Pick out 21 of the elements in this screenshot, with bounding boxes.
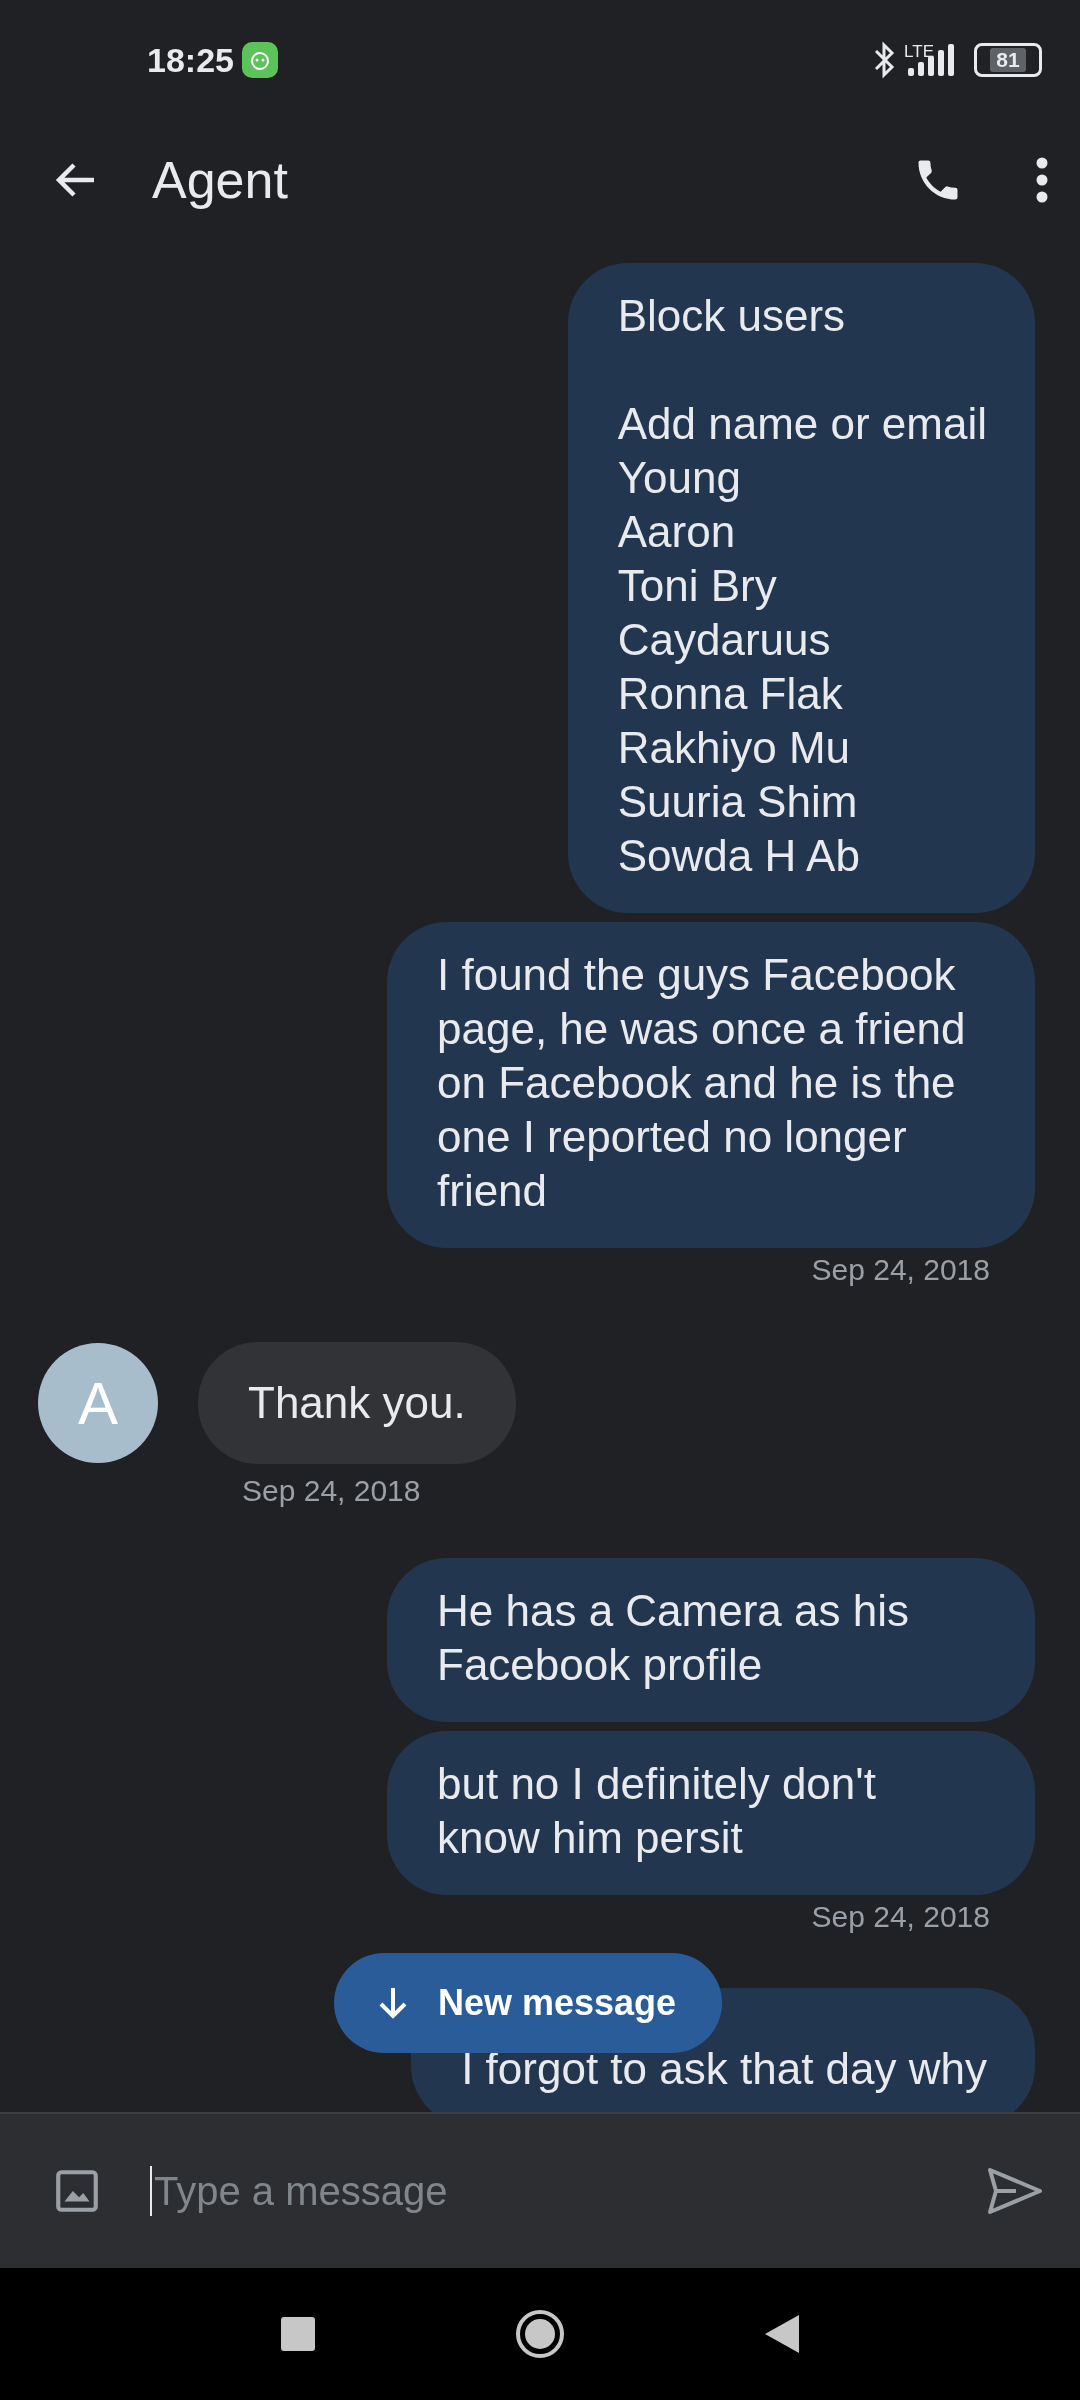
sent-message: Block users Add name or email Young Aaron Toni Bry Caydaruus Ronna Flak Rakhiyo Mu Suuria Shim Sowda H Ab: [567, 263, 1035, 913]
home-button[interactable]: [515, 2309, 565, 2359]
contact-avatar: A: [38, 1343, 158, 1463]
message-timestamp: Sep 24, 2018: [242, 1474, 421, 1507]
down-arrow-icon: [378, 1986, 408, 2020]
back-button[interactable]: [765, 2315, 799, 2353]
notification-icon: [241, 42, 278, 78]
sent-message: but no I definitely don't know him persit: [387, 1731, 1035, 1895]
contact-name: Agent: [152, 150, 288, 210]
status-time: 18:25: [147, 40, 234, 80]
sent-message: He has a Camera as his Facebook profile: [387, 1558, 1035, 1722]
message-timestamp: Sep 24, 2018: [811, 1253, 990, 1286]
received-message: Thank you.: [198, 1342, 516, 1464]
bluetooth-icon: [872, 40, 897, 80]
send-icon[interactable]: [986, 2166, 1044, 2216]
message-timestamp: Sep 24, 2018: [811, 1900, 990, 1933]
more-options-icon[interactable]: [1034, 156, 1050, 204]
network-type: LTE: [904, 42, 934, 62]
new-message-button[interactable]: New message: [334, 1953, 723, 2053]
sent-message: I found the guys Facebook page, he was once a friend on Facebook and he is the one I reported no longer friend: [387, 922, 1035, 1248]
battery-icon: 81: [974, 43, 1042, 77]
